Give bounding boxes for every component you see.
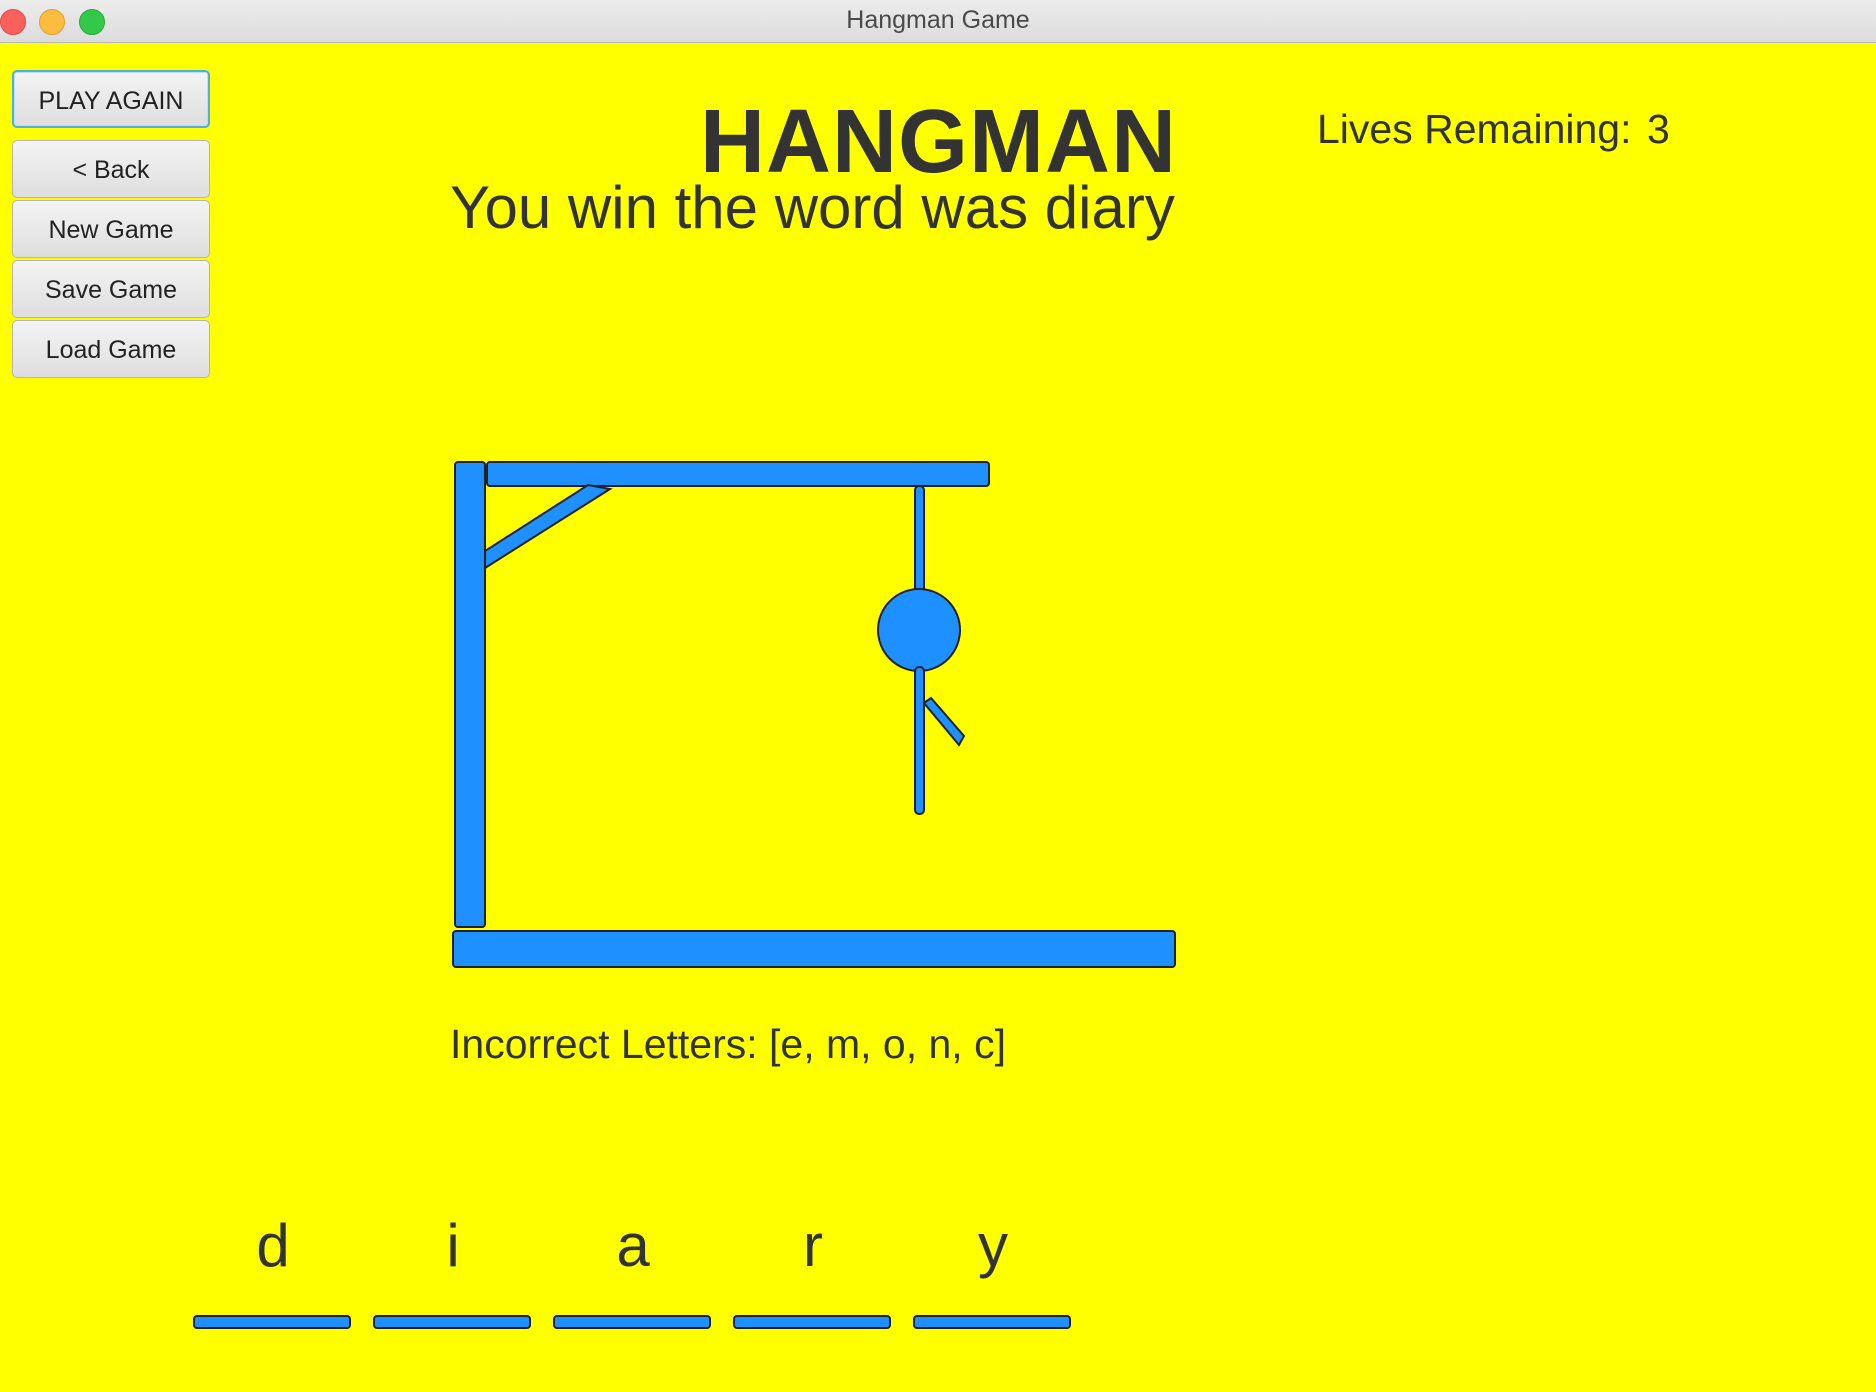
gallows-beam xyxy=(486,461,990,487)
letter-slot: d xyxy=(193,1211,353,1329)
hangman-head xyxy=(877,588,961,672)
letter-slot: i xyxy=(373,1211,533,1329)
window-title: Hangman Game xyxy=(846,6,1030,34)
letter: i xyxy=(446,1212,460,1279)
hangman-right-arm xyxy=(922,696,966,747)
letter-underline xyxy=(193,1315,351,1329)
hangman-body xyxy=(914,666,925,815)
game-area: PLAY AGAIN < Back New Game Save Game Loa… xyxy=(0,43,1876,1392)
letter: a xyxy=(616,1212,650,1279)
letter-underline xyxy=(553,1315,711,1329)
letter-slot: a xyxy=(553,1211,713,1329)
letter: d xyxy=(256,1212,290,1279)
app-window: Hangman Game PLAY AGAIN < Back New Game … xyxy=(0,0,1876,1392)
letter-slot: r xyxy=(733,1211,893,1329)
letter-underline xyxy=(373,1315,531,1329)
letter: r xyxy=(803,1212,823,1279)
gallows-base xyxy=(452,930,1176,968)
rope xyxy=(914,485,925,595)
letter-underline xyxy=(913,1315,1071,1329)
gallows-brace xyxy=(484,483,613,570)
gallows-post xyxy=(454,461,486,928)
title-bar: Hangman Game xyxy=(0,0,1876,43)
hangman-drawing xyxy=(452,461,1176,968)
letter-slot: y xyxy=(913,1211,1073,1329)
letter: y xyxy=(978,1212,1008,1279)
incorrect-letters: Incorrect Letters: [e, m, o, n, c] xyxy=(450,1021,1006,1067)
letter-underline xyxy=(733,1315,891,1329)
